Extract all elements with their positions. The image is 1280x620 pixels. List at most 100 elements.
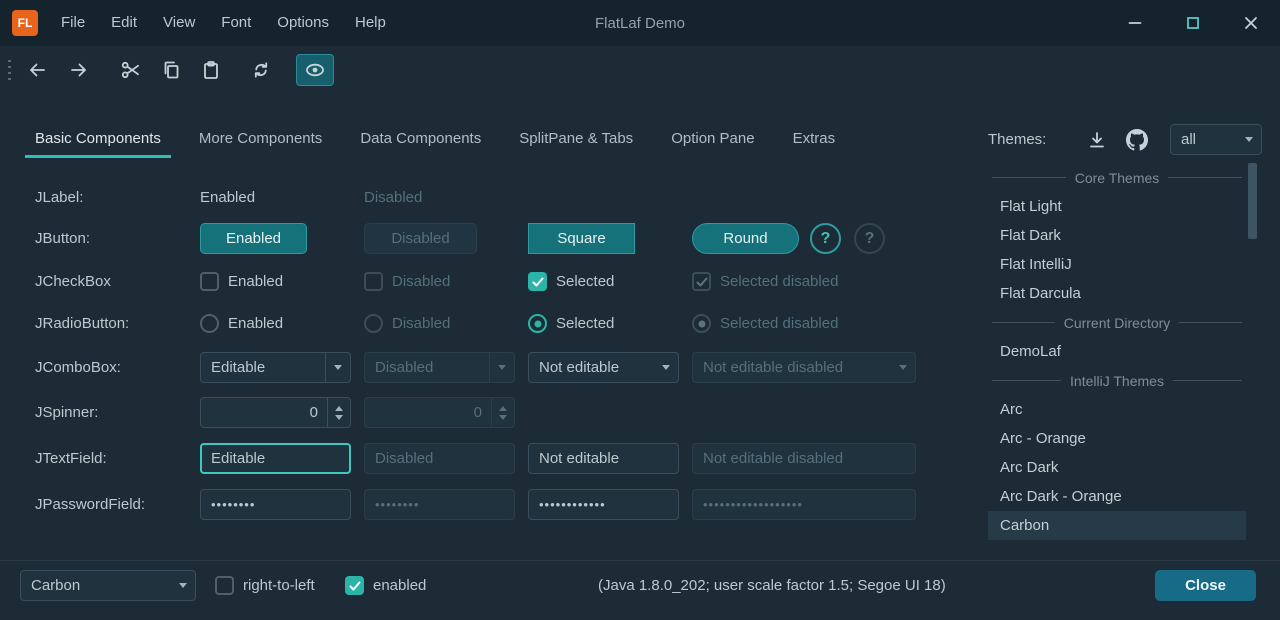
- menu-help[interactable]: Help: [342, 0, 399, 46]
- radio-label: Enabled: [228, 315, 283, 332]
- eye-icon: [304, 59, 326, 81]
- spinner-arrows[interactable]: [491, 398, 514, 427]
- checkbox-enabled[interactable]: Enabled: [200, 266, 283, 297]
- help-button[interactable]: ?: [810, 223, 841, 254]
- chevron-down-icon: [325, 353, 350, 382]
- themes-scrollbar-thumb[interactable]: [1248, 163, 1257, 239]
- checkbox-icon: [215, 576, 234, 595]
- checkbox-label: Selected: [556, 273, 614, 290]
- maximize-button[interactable]: [1164, 0, 1222, 46]
- checkbox-label: Enabled: [228, 273, 283, 290]
- theme-item-flat-light[interactable]: Flat Light: [988, 192, 1246, 221]
- radio-selected[interactable]: Selected: [528, 308, 614, 339]
- tab-extras[interactable]: Extras: [774, 116, 855, 160]
- combobox-editable[interactable]: Editable: [200, 352, 351, 383]
- cut-button[interactable]: [112, 54, 150, 86]
- passwordfield-not-editable[interactable]: ••••••••••••: [528, 489, 679, 520]
- combobox-value: Not editable disabled: [693, 359, 890, 376]
- combobox-not-editable-disabled[interactable]: Not editable disabled: [692, 352, 916, 383]
- spinner-enabled[interactable]: 0: [200, 397, 351, 428]
- theme-item-arc[interactable]: Arc: [988, 395, 1246, 424]
- menu-file[interactable]: File: [48, 0, 98, 46]
- passwordfield-enabled[interactable]: ••••••••: [200, 489, 351, 520]
- back-arrow-icon: [26, 59, 48, 81]
- textfield-not-editable-disabled[interactable]: Not editable disabled: [692, 443, 916, 474]
- passwordfield-not-editable-disabled[interactable]: ••••••••••••••••••: [692, 489, 916, 520]
- textfield-not-editable[interactable]: Not editable: [528, 443, 679, 474]
- download-themes-button[interactable]: [1080, 124, 1114, 155]
- spinner-up-icon: [499, 406, 507, 411]
- statusbar-theme-combobox[interactable]: Carbon: [20, 570, 196, 601]
- combobox-not-editable[interactable]: Not editable: [528, 352, 679, 383]
- theme-item-arc-dark-orange[interactable]: Arc Dark - Orange: [988, 482, 1246, 511]
- copy-button[interactable]: [152, 54, 190, 86]
- paste-button[interactable]: [192, 54, 230, 86]
- row-jcombobox: JComboBox: Editable Disabled Not editabl…: [0, 352, 965, 383]
- radio-selected-disabled[interactable]: Selected disabled: [692, 308, 838, 339]
- rtl-checkbox[interactable]: right-to-left: [215, 570, 315, 601]
- tab-splitpane-tabs[interactable]: SplitPane & Tabs: [500, 116, 652, 160]
- menu-edit[interactable]: Edit: [98, 0, 150, 46]
- row-jspinner: JSpinner: 0 0: [0, 397, 965, 428]
- radio-label: Selected: [556, 315, 614, 332]
- theme-item-demolaf[interactable]: DemoLaf: [988, 337, 1246, 366]
- radio-enabled[interactable]: Enabled: [200, 308, 283, 339]
- spinner-down-icon: [335, 415, 343, 420]
- spinner-disabled[interactable]: 0: [364, 397, 515, 428]
- toolbar-grip[interactable]: [8, 60, 11, 82]
- enabled-checkbox[interactable]: enabled: [345, 570, 426, 601]
- close-button[interactable]: Close: [1155, 570, 1256, 601]
- theme-item-flat-intellij[interactable]: Flat IntelliJ: [988, 250, 1246, 279]
- refresh-button[interactable]: [242, 54, 280, 86]
- close-window-button[interactable]: [1222, 0, 1280, 46]
- checkbox-checked-icon: [345, 576, 364, 595]
- menu-options[interactable]: Options: [264, 0, 342, 46]
- checkbox-checked-disabled-icon: [692, 272, 711, 291]
- radio-label: Selected disabled: [720, 315, 838, 332]
- theme-item-carbon[interactable]: Carbon: [988, 511, 1246, 540]
- show-hover-effects-toggle[interactable]: [296, 54, 334, 86]
- chevron-down-icon: [653, 353, 678, 382]
- rtl-checkbox-label: right-to-left: [243, 577, 315, 594]
- runtime-info: (Java 1.8.0_202; user scale factor 1.5; …: [598, 570, 946, 601]
- enabled-button[interactable]: Enabled: [200, 223, 307, 254]
- paste-icon: [200, 59, 222, 81]
- combobox-disabled[interactable]: Disabled: [364, 352, 515, 383]
- textfield-editable[interactable]: Editable: [200, 443, 351, 474]
- checkbox-selected-disabled[interactable]: Selected disabled: [692, 266, 838, 297]
- help-button-disabled[interactable]: ?: [854, 223, 885, 254]
- themes-scrollbar[interactable]: [1248, 163, 1257, 541]
- github-button[interactable]: [1120, 124, 1154, 155]
- titlebar: FL File Edit View Font Options Help Flat…: [0, 0, 1280, 46]
- theme-item-flat-dark[interactable]: Flat Dark: [988, 221, 1246, 250]
- menu-view[interactable]: View: [150, 0, 208, 46]
- menu-font[interactable]: Font: [208, 0, 264, 46]
- toolbar: [0, 52, 1280, 90]
- passwordfield-disabled[interactable]: ••••••••: [364, 489, 515, 520]
- checkbox-disabled[interactable]: Disabled: [364, 266, 450, 297]
- radio-selected-disabled-icon: [692, 314, 711, 333]
- tab-basic-components[interactable]: Basic Components: [16, 116, 180, 160]
- minimize-button[interactable]: [1106, 0, 1164, 46]
- themes-filter-combobox[interactable]: all: [1170, 124, 1262, 155]
- checkbox-selected[interactable]: Selected: [528, 266, 614, 297]
- tab-data-components[interactable]: Data Components: [341, 116, 500, 160]
- row-jcheckbox: JCheckBox Enabled Disabled Selected Sele…: [0, 266, 965, 297]
- tab-option-pane[interactable]: Option Pane: [652, 116, 773, 160]
- square-button[interactable]: Square: [528, 223, 635, 254]
- forward-button[interactable]: [60, 54, 98, 86]
- back-button[interactable]: [18, 54, 56, 86]
- round-button[interactable]: Round: [692, 223, 799, 254]
- themes-list: Core Themes Flat Light Flat Dark Flat In…: [988, 163, 1246, 540]
- spinner-arrows[interactable]: [327, 398, 350, 427]
- textfield-disabled[interactable]: Disabled: [364, 443, 515, 474]
- theme-item-flat-darcula[interactable]: Flat Darcula: [988, 279, 1246, 308]
- copy-icon: [160, 59, 182, 81]
- disabled-button[interactable]: Disabled: [364, 223, 477, 254]
- row-jlabel: JLabel: Enabled Disabled: [0, 182, 965, 213]
- theme-item-arc-dark[interactable]: Arc Dark: [988, 453, 1246, 482]
- theme-item-arc-orange[interactable]: Arc - Orange: [988, 424, 1246, 453]
- radio-disabled[interactable]: Disabled: [364, 308, 450, 339]
- tab-more-components[interactable]: More Components: [180, 116, 341, 160]
- jbutton-row-label: JButton:: [35, 223, 90, 254]
